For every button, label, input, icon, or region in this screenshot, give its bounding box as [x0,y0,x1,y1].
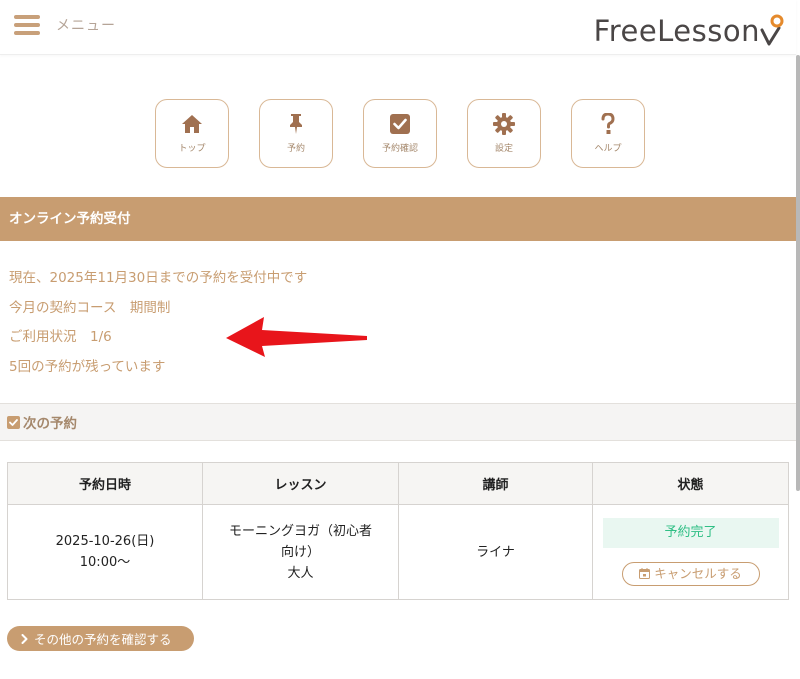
next-reservation-title: 次の予約 [23,416,77,432]
reservation-table: 予約日時 レッスン 講師 状態 2025-10-26(日) 10:00〜 モーニ… [7,462,789,600]
column-header: 講師 [398,462,593,505]
lesson-name-line: 向け） [280,544,320,560]
logo-mark-icon [760,12,784,50]
column-header: レッスン [202,462,399,505]
section-title: オンライン予約受付 [0,197,796,241]
nav-label: 予約確認 [381,144,418,154]
question-icon [597,113,619,135]
view-other-reservations-label: その他の予約を確認する [34,632,172,647]
check-square-icon [7,415,20,429]
nav-settings-button[interactable]: 設定 [467,99,541,168]
reservation-datetime: 2025-10-26(日) 10:00〜 [7,504,203,600]
home-icon [181,113,203,135]
column-header: 予約日時 [7,462,203,505]
menu-button[interactable]: メニュー [14,15,116,35]
lesson-category: 大人 [287,565,314,581]
nav-confirm-button[interactable]: 予約確認 [363,99,437,168]
reservation-status-cell: 予約完了 キャンセルする [592,504,789,600]
next-reservation-header: 次の予約 [0,403,796,441]
header: メニュー FreeLesson [0,0,796,55]
logo-text: FreeLesson [593,14,760,48]
reservation-lesson: モーニングヨガ（初心者 向け） 大人 [202,504,399,600]
nav-label: トップ [178,144,206,154]
reservation-teacher: ライナ [398,504,593,600]
hamburger-icon [14,15,40,35]
nav-label: ヘルプ [594,144,622,154]
status-badge: 予約完了 [602,517,779,548]
info-remaining: 5回の予約が残っています [9,358,166,375]
nav-label: 設定 [494,144,513,154]
info-reception-period: 現在、2025年11月30日までの予約を受付中です [9,270,308,286]
logo[interactable]: FreeLesson [594,8,784,50]
check-square-icon [389,113,411,135]
menu-label: メニュー [56,18,116,34]
calendar-icon [639,568,651,580]
pin-icon [285,113,307,135]
cancel-button-label: キャンセルする [654,566,742,582]
nav-row: トップ 予約 予約確認 設定 ヘルプ [155,99,645,168]
lesson-name-line: モーニングヨガ（初心者 [228,523,372,539]
nav-reserve-button[interactable]: 予約 [259,99,333,168]
chevron-right-icon [21,633,28,644]
scrollbar[interactable] [796,55,800,491]
nav-help-button[interactable]: ヘルプ [571,99,645,168]
column-header: 状態 [592,462,789,505]
reservation-date: 2025-10-26(日) [55,534,155,549]
nav-label: 予約 [286,144,305,154]
reservation-time: 10:00〜 [79,555,131,570]
table-row: 2025-10-26(日) 10:00〜 モーニングヨガ（初心者 向け） 大人 … [7,504,789,600]
nav-top-button[interactable]: トップ [155,99,229,168]
table-header-row: 予約日時 レッスン 講師 状態 [7,462,789,505]
view-other-reservations-button[interactable]: その他の予約を確認する [7,626,194,651]
cancel-button[interactable]: キャンセルする [621,561,760,586]
gear-icon [493,113,515,135]
annotation-arrow [226,317,367,357]
